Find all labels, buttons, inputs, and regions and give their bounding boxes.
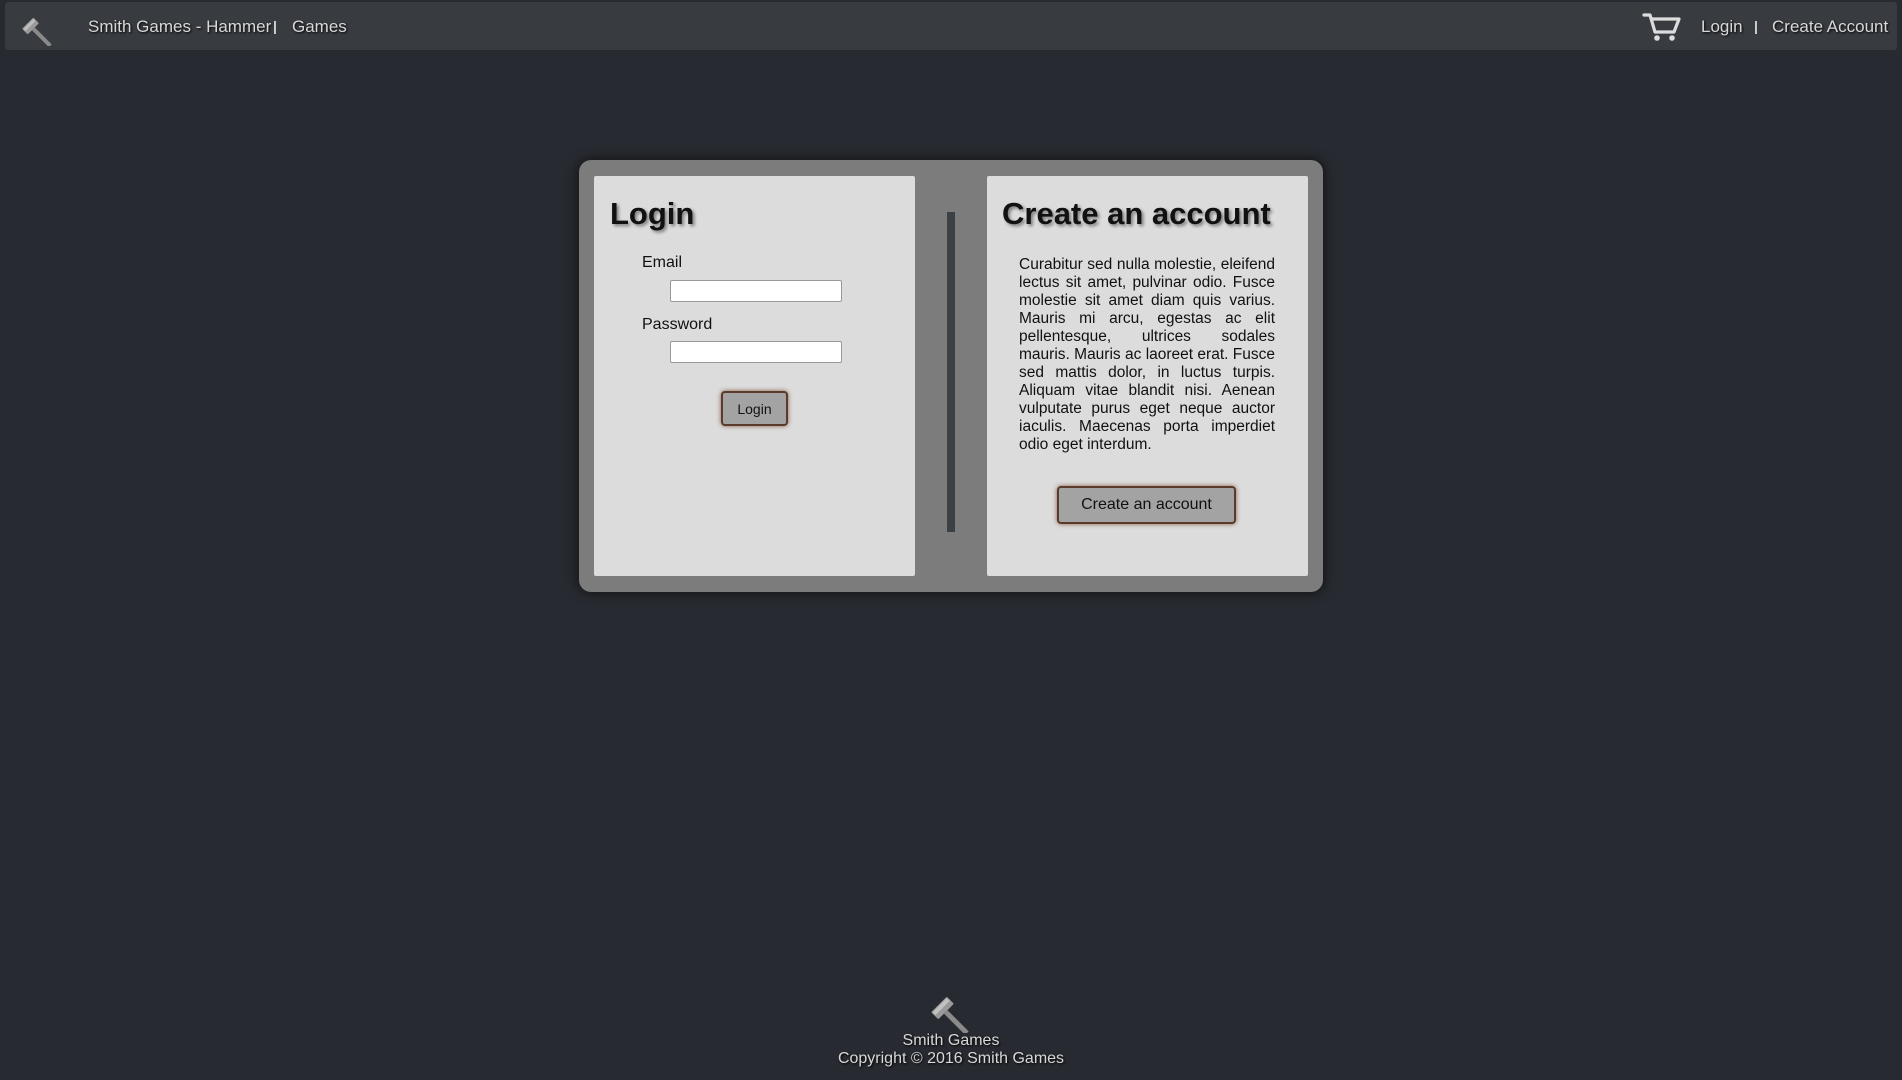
create-account-button[interactable]: Create an account [1057, 486, 1236, 524]
hammer-icon [931, 997, 969, 1033]
email-field[interactable] [670, 280, 842, 302]
login-title: Login [610, 196, 695, 231]
nav-separator: | [273, 18, 277, 34]
panel-divider [947, 212, 955, 532]
login-card: Login Email Password Login [594, 176, 915, 576]
nav-brand-link[interactable]: Smith Games - Hammer [88, 17, 271, 37]
footer-copyright: Copyright © 2016 Smith Games [837, 1050, 1065, 1067]
nav-create-account-link[interactable]: Create Account [1772, 17, 1888, 37]
footer-name: Smith Games [902, 1032, 1000, 1049]
create-account-description: Curabitur sed nulla molestie, eleifend l… [1019, 256, 1275, 453]
password-label: Password [642, 316, 713, 333]
auth-panel: Login Email Password Login Create an acc… [579, 160, 1323, 592]
nav-separator: | [1754, 18, 1758, 34]
cart-icon[interactable] [1642, 11, 1682, 43]
nav-games-link[interactable]: Games [292, 17, 347, 37]
create-account-card: Create an account Curabitur sed nulla mo… [987, 176, 1308, 576]
password-field[interactable] [670, 341, 842, 363]
create-account-title: Create an account [1002, 196, 1271, 231]
login-button[interactable]: Login [721, 391, 788, 426]
email-label: Email [642, 254, 683, 271]
top-navbar: Smith Games - Hammer | Games Login | Cre… [5, 2, 1897, 50]
hammer-icon[interactable] [19, 6, 59, 46]
nav-login-link[interactable]: Login [1701, 17, 1743, 37]
